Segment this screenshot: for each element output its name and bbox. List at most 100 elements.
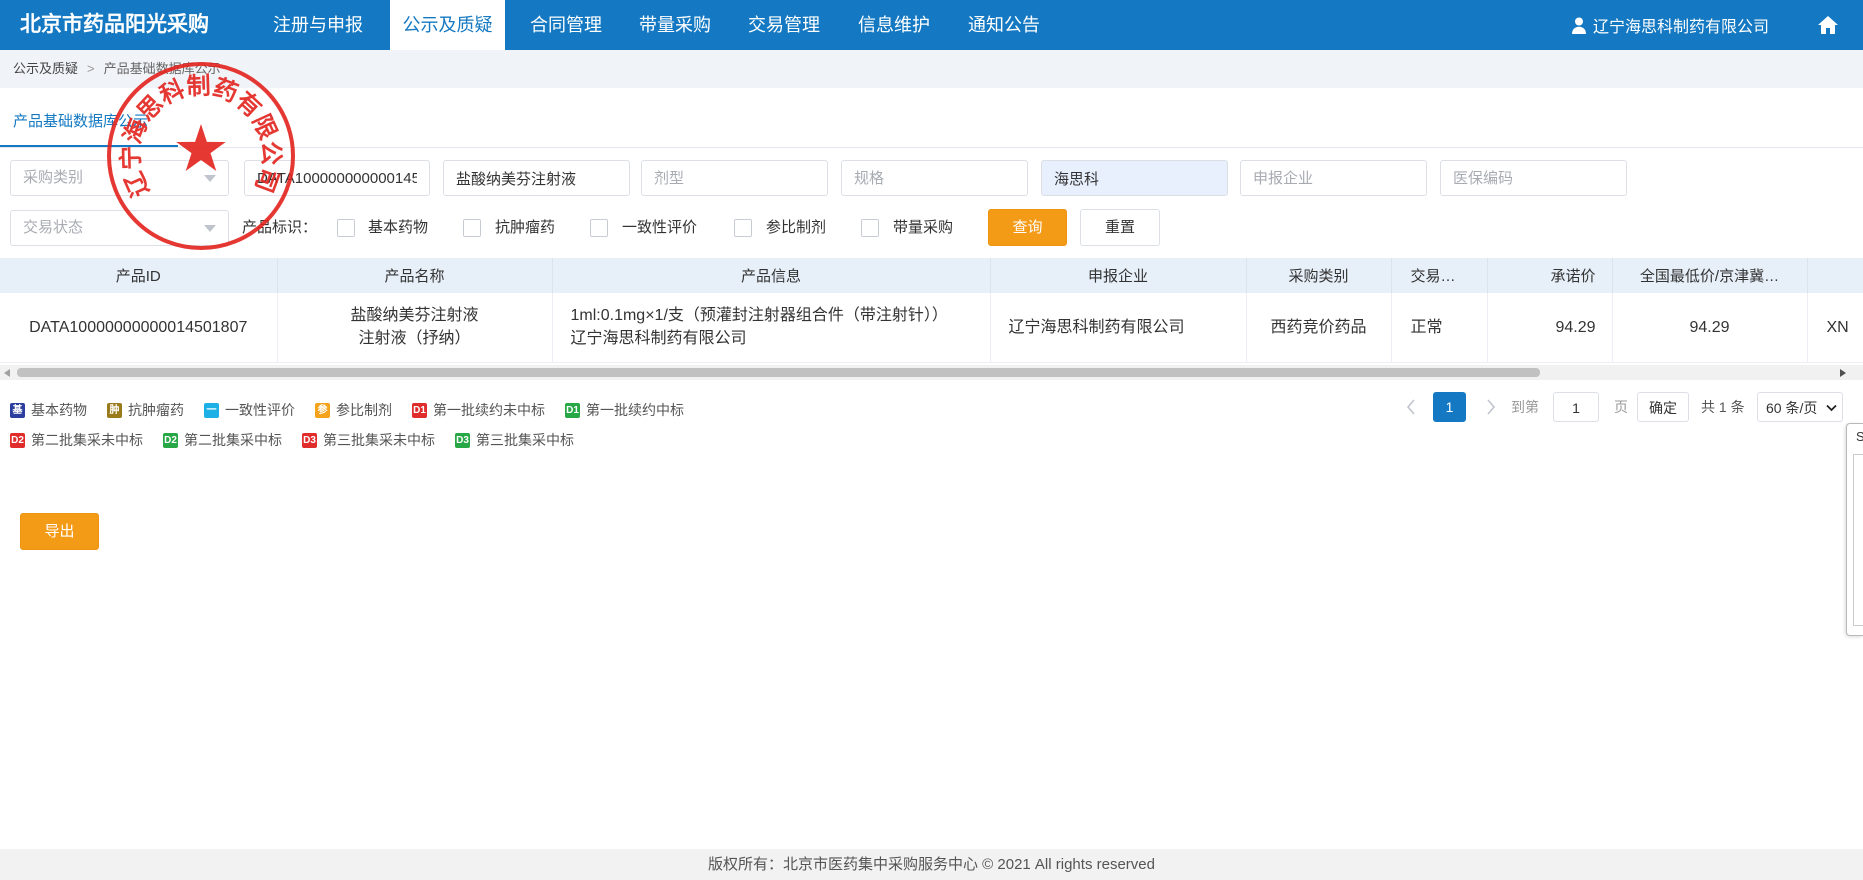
legend-item-batch1-renew-won: D1 第一批续约中标	[565, 400, 684, 420]
legend-label: 第一批续约未中标	[433, 402, 545, 418]
dosage-form-input[interactable]	[641, 160, 828, 196]
export-button[interactable]: 导出	[20, 513, 99, 550]
nav-item-contract[interactable]: 合同管理	[530, 0, 602, 50]
nav-item-trading[interactable]: 交易管理	[748, 0, 820, 50]
user-company-name: 辽宁海思科制药有限公司	[1593, 19, 1770, 36]
home-icon[interactable]	[1817, 14, 1839, 36]
declaring-company-input[interactable]	[1240, 160, 1427, 196]
site-title[interactable]: 北京市药品阳光采购	[20, 0, 209, 50]
insurance-code-input[interactable]	[1440, 160, 1627, 196]
consistency-badge-icon: 一	[204, 402, 219, 418]
column-header-promised-price[interactable]: 承诺价	[1487, 258, 1613, 293]
prev-page-icon[interactable]	[1406, 398, 1416, 416]
cell-lowest-price: 94.29	[1612, 293, 1808, 363]
manufacturer-input[interactable]	[1041, 160, 1228, 196]
essential-drug-badge-icon: 基	[10, 402, 25, 418]
checkbox-essential-drug[interactable]	[337, 219, 355, 237]
checkbox-antitumor[interactable]	[463, 219, 481, 237]
side-popup[interactable]: S	[1846, 423, 1863, 636]
column-header-declaring-company[interactable]: 申报企业	[990, 258, 1247, 293]
tab-product-database[interactable]: 产品基础数据库公示	[0, 88, 178, 147]
checkbox-label-essential-drug[interactable]: 基本药物	[368, 210, 428, 246]
breadcrumb-item-current: 产品基础数据库公示	[103, 61, 221, 76]
cell-declaring-company: 辽宁海思科制药有限公司	[990, 293, 1247, 363]
column-header-product-info[interactable]: 产品信息	[552, 258, 991, 293]
breadcrumb: 公示及质疑 > 产品基础数据库公示	[0, 50, 1863, 88]
d3-red-badge-icon: D3	[302, 432, 317, 448]
trade-status-select[interactable]: 交易状态	[10, 210, 229, 246]
checkbox-label-reference-preparation[interactable]: 参比制剂	[766, 210, 826, 246]
column-header-purchase-category[interactable]: 采购类别	[1246, 258, 1392, 293]
breadcrumb-item-publicity[interactable]: 公示及质疑	[13, 61, 78, 76]
legend-label: 一致性评价	[225, 402, 295, 418]
nav-item-notices[interactable]: 通知公告	[968, 0, 1040, 50]
legend-item-batch2-lost: D2 第二批集采未中标	[10, 430, 143, 450]
checkbox-consistency-evaluation[interactable]	[590, 219, 608, 237]
trade-status-placeholder: 交易状态	[23, 219, 84, 236]
d2-green-badge-icon: D2	[163, 432, 178, 448]
cell-promised-price: 94.29	[1487, 293, 1613, 363]
chevron-down-icon	[204, 225, 216, 232]
legend-label: 基本药物	[31, 402, 87, 418]
checkbox-volume-procurement[interactable]	[861, 219, 879, 237]
page-size-select[interactable]: 60 条/页	[1757, 392, 1843, 422]
page-size-value: 60 条/页	[1766, 400, 1818, 416]
cell-trade-status: 正常	[1391, 293, 1488, 363]
nav-item-info-maintenance[interactable]: 信息维护	[858, 0, 930, 50]
nav-item-register-declare[interactable]: 注册与申报	[273, 0, 363, 50]
top-nav-bar: 北京市药品阳光采购 注册与申报 公示及质疑 合同管理 带量采购 交易管理 信息维…	[0, 0, 1863, 50]
cell-product-id: DATA10000000000014501807	[0, 293, 278, 363]
table-header-row: 产品ID 产品名称 产品信息 申报企业 采购类别 交易… 承诺价 全国最低价/京…	[0, 258, 1863, 293]
chevron-down-icon	[204, 175, 216, 182]
horizontal-scrollbar[interactable]	[0, 365, 1863, 380]
goto-label: 到第	[1511, 399, 1539, 415]
cell-product-name: 盐酸纳美芬注射液 注射液（抒纳）	[277, 293, 553, 363]
page-unit-label: 页	[1614, 399, 1628, 415]
cell-next-column: XN	[1807, 293, 1863, 363]
column-header-lowest-price[interactable]: 全国最低价/京津冀…	[1612, 258, 1808, 293]
column-header-trade-status[interactable]: 交易…	[1391, 258, 1488, 293]
user-icon	[1571, 17, 1587, 34]
specification-input[interactable]	[841, 160, 1028, 196]
goto-confirm-button[interactable]: 确定	[1637, 392, 1689, 422]
column-header-product-name[interactable]: 产品名称	[277, 258, 553, 293]
next-page-icon[interactable]	[1486, 398, 1496, 416]
breadcrumb-separator: >	[87, 61, 95, 76]
checkbox-reference-preparation[interactable]	[734, 219, 752, 237]
user-menu[interactable]: 辽宁海思科制药有限公司	[1571, 0, 1769, 50]
query-button[interactable]: 查询	[988, 209, 1067, 246]
checkbox-label-volume-procurement[interactable]: 带量采购	[893, 210, 953, 246]
product-info-line-2: 辽宁海思科制药有限公司	[570, 330, 747, 348]
checkbox-label-antitumor[interactable]: 抗肿瘤药	[495, 210, 555, 246]
legend-label: 第二批集采未中标	[31, 432, 143, 448]
legend-row-2: D2 第二批集采未中标 D2 第二批集采中标 D3 第三批集采未中标 D3 第三批集采中…	[10, 430, 594, 450]
scroll-left-arrow-icon[interactable]	[4, 369, 10, 377]
d3-green-badge-icon: D3	[455, 432, 470, 448]
checkbox-label-consistency-evaluation[interactable]: 一致性评价	[622, 210, 697, 246]
legend-item-consistency: 一一致性评价	[204, 400, 295, 420]
product-info-line-1: 1ml:0.1mg×1/支（预灌封注射器组合件（带注射针））	[570, 307, 948, 325]
product-name-line-1: 盐酸纳美芬注射液	[350, 307, 479, 325]
column-header-product-id[interactable]: 产品ID	[0, 258, 278, 293]
legend-item-essential-drug: 基基本药物	[10, 400, 87, 420]
scrollbar-thumb[interactable]	[17, 368, 1540, 377]
product-name-input[interactable]	[443, 160, 630, 196]
product-id-input[interactable]	[244, 160, 430, 196]
purchase-category-select[interactable]: 采购类别	[10, 160, 229, 196]
reset-button[interactable]: 重置	[1080, 209, 1160, 246]
total-count: 共 1 条	[1701, 399, 1745, 415]
legend-label: 第三批集采中标	[476, 432, 574, 448]
chevron-down-icon	[1826, 404, 1837, 412]
nav-item-volume-procurement[interactable]: 带量采购	[639, 0, 711, 50]
scroll-right-arrow-icon[interactable]	[1840, 369, 1846, 377]
nav-item-publicity[interactable]: 公示及质疑	[390, 0, 505, 50]
cell-product-info: 1ml:0.1mg×1/支（预灌封注射器组合件（带注射针）） 辽宁海思科制药有限…	[552, 293, 991, 363]
legend-item-batch2-won: D2 第二批集采中标	[163, 430, 282, 450]
d1-green-badge-icon: D1	[565, 402, 580, 418]
legend-label: 参比制剂	[336, 402, 392, 418]
cell-purchase-category: 西药竞价药品	[1246, 293, 1392, 363]
table-row[interactable]: DATA10000000000014501807 盐酸纳美芬注射液 注射液（抒纳…	[0, 293, 1863, 363]
legend-label: 第二批集采中标	[184, 432, 282, 448]
goto-page-input[interactable]: 1	[1553, 392, 1599, 422]
page-number-current[interactable]: 1	[1433, 392, 1466, 422]
